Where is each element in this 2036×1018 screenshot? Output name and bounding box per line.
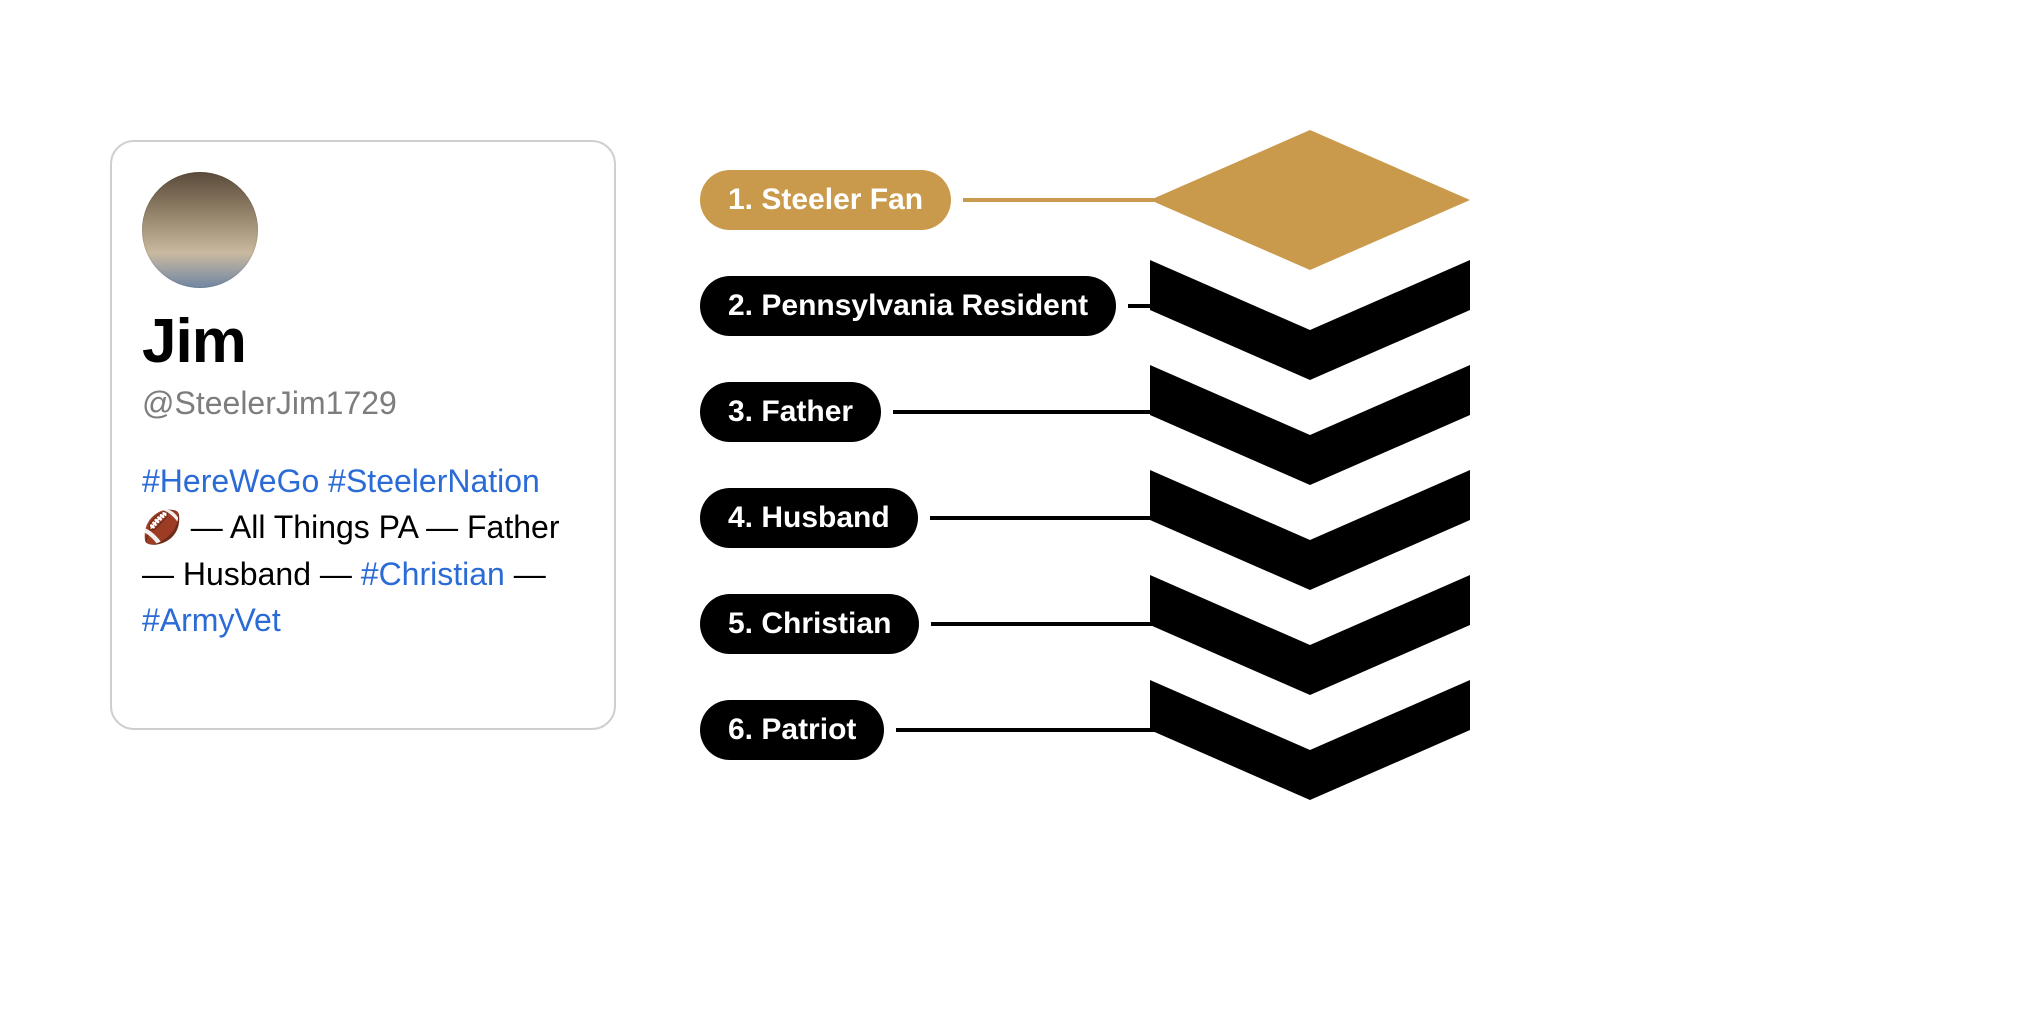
layer-chevron-5 (1150, 575, 1470, 695)
connector-line (896, 728, 1160, 732)
layer-chevron-4 (1150, 470, 1470, 590)
identity-pill-5: 5. Christian (700, 594, 919, 654)
identity-pill-2: 2. Pennsylvania Resident (700, 276, 1116, 336)
hashtag-armyvet[interactable]: #ArmyVet (142, 602, 281, 638)
connector-line (930, 516, 1160, 520)
bio-segment: Husband (183, 556, 311, 592)
layer-chevron-2 (1150, 260, 1470, 380)
diagram-stage: Jim @SteelerJim1729 #HereWeGo #SteelerNa… (0, 0, 2036, 1018)
identity-pill-6: 6. Patriot (700, 700, 884, 760)
identity-pill-1: 1. Steeler Fan (700, 170, 951, 230)
layer-chevron-3 (1150, 365, 1470, 485)
connector-line (893, 410, 1160, 414)
profile-card: Jim @SteelerJim1729 #HereWeGo #SteelerNa… (110, 140, 616, 730)
football-icon: 🏈 (142, 504, 182, 550)
bio-segment: Father (467, 509, 559, 545)
profile-bio: #HereWeGo #SteelerNation 🏈 — All Things … (142, 458, 584, 644)
hashtag-herewego[interactable]: #HereWeGo (142, 463, 319, 499)
bio-segment: All Things PA (230, 509, 417, 545)
identity-pill-3: 3. Father (700, 382, 881, 442)
identity-pill-column: 1. Steeler Fan 2. Pennsylvania Resident … (700, 170, 1116, 806)
identity-pill-4: 4. Husband (700, 488, 918, 548)
hashtag-christian[interactable]: #Christian (361, 556, 505, 592)
connector-line (931, 622, 1160, 626)
avatar (142, 172, 258, 288)
profile-handle: @SteelerJim1729 (142, 385, 584, 422)
connector-line (1128, 304, 1160, 308)
layer-stack (1140, 120, 1480, 800)
identity-row: 2. Pennsylvania Resident (700, 276, 1116, 336)
profile-name: Jim (142, 306, 584, 377)
hashtag-steelernation[interactable]: #SteelerNation (328, 463, 540, 499)
layer-stack-icon (1140, 120, 1480, 820)
connector-line (963, 198, 1160, 202)
layer-chevron-6 (1150, 680, 1470, 800)
layer-diamond-1 (1150, 130, 1470, 270)
